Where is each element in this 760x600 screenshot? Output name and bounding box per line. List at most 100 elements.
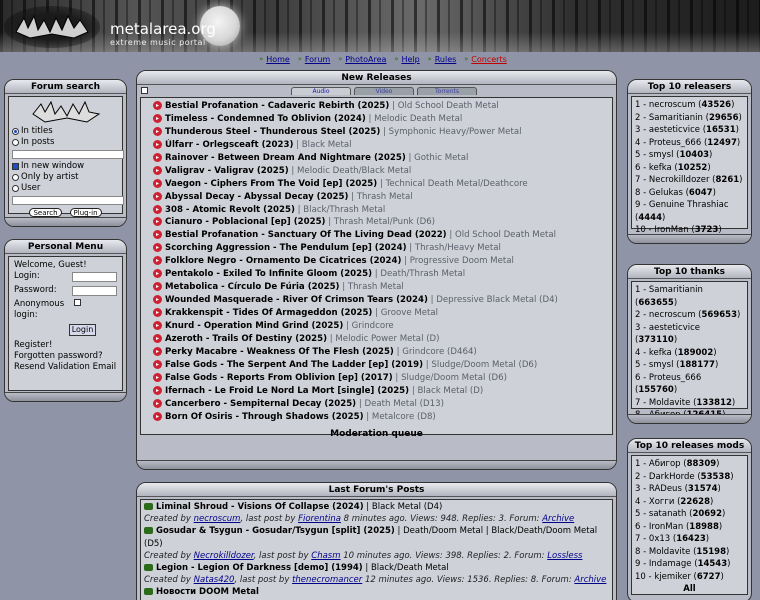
ranking-row[interactable]: 9 - Indamage (14543) — [635, 558, 744, 571]
select-checkbox[interactable] — [141, 87, 148, 94]
release-row[interactable]: ▸ Bestial Profanation - Cadaveric Rebirth… — [144, 100, 609, 113]
release-row[interactable]: ▸ Valigrav - Valigrav (2025) | Melodic De… — [144, 165, 609, 178]
rank-username[interactable]: kefka — [649, 348, 672, 358]
rank-username[interactable]: kjemiker — [654, 572, 691, 582]
search-text-field[interactable] — [12, 150, 124, 159]
rank-username[interactable]: necroscum — [649, 100, 696, 110]
release-title[interactable]: Valigrav - Valigrav (2025) — [165, 166, 289, 176]
release-title[interactable]: False Gods - Reports From Oblivion [ep] … — [165, 373, 393, 383]
site-logo[interactable] — [4, 6, 100, 48]
ranking-row[interactable]: 7 - 0x13 (16423) — [635, 533, 744, 546]
ranking-row[interactable]: 2 - necroscum (569653) — [635, 309, 744, 322]
release-title[interactable]: Úlfarr - Orlegsceaft (2023) — [165, 140, 293, 150]
rank-username[interactable]: Moldavite — [649, 547, 690, 557]
release-row[interactable]: ▸ Folklore Negro - Ornamento De Cicatrice… — [144, 255, 609, 268]
release-row[interactable]: ▸ Azeroth - Trails Of Destiny (2025) | Me… — [144, 333, 609, 346]
rank-username[interactable]: kefka — [649, 163, 672, 173]
release-row[interactable]: ▸ Born Of Osiris - Through Shadows (2025)… — [144, 411, 609, 424]
release-title[interactable]: Wounded Masquerade - River Of Crimson Te… — [165, 295, 428, 305]
ranking-row[interactable]: 10 - kjemiker (6727) — [635, 571, 744, 584]
search-option[interactable]: In new window — [12, 161, 119, 172]
release-row[interactable]: ▸ Úlfarr - Orlegsceaft (2023) | Black Met… — [144, 139, 609, 152]
release-title[interactable]: False Gods - The Serpent And The Ladder … — [165, 360, 423, 370]
rank-username[interactable]: DarkHorde — [649, 472, 695, 482]
release-row[interactable]: ▸ Timeless - Condemned To Oblivion (2024)… — [144, 113, 609, 126]
release-title[interactable]: Cancerbero - Sempiternal Decay (2025) — [165, 399, 356, 409]
release-row[interactable]: ▸ Bestial Profanation - Sanctuary Of The … — [144, 229, 609, 242]
release-row[interactable]: ▸ 308 - Atomic Revolt (2025) | Black/Thra… — [144, 204, 609, 217]
release-row[interactable]: ▸ Pentakolo - Exiled To Infinite Gloom (2… — [144, 268, 609, 281]
ranking-row[interactable]: 3 - aesteticvice (373110) — [635, 322, 744, 347]
ranking-row[interactable]: 7 - Necrokilldozer (8261) — [635, 174, 744, 187]
tab-audio[interactable]: Audio — [291, 87, 351, 95]
nav-link-home[interactable]: Home — [266, 55, 290, 64]
rank-username[interactable]: Moldavite — [649, 398, 690, 408]
forum-link[interactable]: Lossless — [547, 551, 582, 561]
release-row[interactable]: ▸ Krakkenspit - Tides Of Armageddon (2025… — [144, 307, 609, 320]
password-input[interactable] — [72, 285, 117, 296]
post-author-link[interactable]: Necrokilldozer — [194, 551, 254, 561]
ranking-row[interactable]: 7 - Moldavite (133812) — [635, 397, 744, 410]
release-title[interactable]: Scorching Aggression - The Pendulum [ep]… — [165, 243, 407, 253]
nav-link-rules[interactable]: Rules — [435, 55, 457, 64]
ranking-row[interactable]: 1 - Samaritianin (663655) — [635, 284, 744, 309]
release-row[interactable]: ▸ False Gods - Reports From Oblivion [ep]… — [144, 372, 609, 385]
search-option[interactable]: User — [12, 183, 119, 194]
release-title[interactable]: Krakkenspit - Tides Of Armageddon (2025) — [165, 308, 372, 318]
release-row[interactable]: ▸ Abyssal Decay - Abyssal Decay (2025) | … — [144, 191, 609, 204]
personal-menu-link[interactable]: Resend Validation Email — [14, 362, 117, 373]
rank-username[interactable]: aesteticvice — [649, 323, 700, 333]
search-option-checkbox[interactable] — [12, 163, 19, 170]
release-title[interactable]: Born Of Osiris - Through Shadows (2025) — [165, 412, 364, 422]
ranking-row[interactable]: 4 - Proteus_666 (12497) — [635, 137, 744, 150]
rank-username[interactable]: RADeus — [649, 484, 682, 494]
rank-username[interactable]: smysl — [649, 150, 674, 160]
rank-username[interactable]: satanath — [649, 509, 687, 519]
rank-username[interactable]: Gelukas — [649, 188, 683, 198]
release-title[interactable]: Pentakolo - Exiled To Infinite Gloom (20… — [165, 269, 372, 279]
tab-torrents[interactable]: Torrents — [417, 87, 477, 95]
post-title-text[interactable]: Legion - Legion Of Darkness [demo] (1994… — [156, 563, 363, 573]
last-poster-link[interactable]: thenecromancer — [292, 575, 362, 585]
release-title[interactable]: Knurd - Operation Mind Grind (2025) — [165, 321, 343, 331]
nav-link-help[interactable]: Help — [401, 55, 419, 64]
site-name[interactable]: metalarea.org — [110, 20, 216, 38]
release-title[interactable]: Abyssal Decay - Abyssal Decay (2025) — [165, 192, 348, 202]
personal-menu-link[interactable]: Forgotten password? — [14, 351, 117, 362]
release-title[interactable]: Vaegon - Ciphers From The Void [ep] (202… — [165, 179, 377, 189]
search-button[interactable]: Search — [29, 208, 62, 217]
rank-username[interactable]: Proteus_666 — [649, 373, 701, 383]
last-poster-link[interactable]: Fiorentina — [298, 514, 341, 524]
ranking-row[interactable]: 8 - Gelukas (6047) — [635, 187, 744, 200]
release-row[interactable]: ▸ Cancerbero - Sempiternal Decay (2025) |… — [144, 398, 609, 411]
release-title[interactable]: Timeless - Condemned To Oblivion (2024) — [165, 114, 366, 124]
rank-username[interactable]: IronMan — [649, 522, 683, 532]
ranking-row[interactable]: 4 - kefka (189002) — [635, 347, 744, 360]
release-row[interactable]: ▸ Cianuro - Poblacional [ep] (2025) | Thr… — [144, 216, 609, 229]
rank-username[interactable]: smysl — [649, 360, 674, 370]
release-title[interactable]: Bestial Profanation - Sanctuary Of The L… — [165, 230, 447, 240]
release-title[interactable]: Metabolica - Círculo De Fúria (2025) — [165, 282, 340, 292]
ranking-row[interactable]: 3 - aesteticvice (16531) — [635, 124, 744, 137]
release-title[interactable]: Folklore Negro - Ornamento De Cicatrices… — [165, 256, 401, 266]
release-row[interactable]: ▸ Thunderous Steel - Thunderous Steel (20… — [144, 126, 609, 139]
ranking-row[interactable]: 9 - Genuine Thrashiac (4444) — [635, 199, 744, 224]
post-title-text[interactable]: Liminal Shroud - Visions Of Collapse (20… — [156, 502, 364, 512]
release-title[interactable]: Bestial Profanation - Cadaveric Rebirth … — [165, 101, 389, 111]
release-row[interactable]: ▸ Scorching Aggression - The Pendulum [ep… — [144, 242, 609, 255]
post-title-text[interactable]: Gosudar & Tsygun - Gosudar/Tsygun [split… — [156, 526, 395, 536]
last-poster-link[interactable]: Chasm — [311, 551, 340, 561]
forum-post-title[interactable]: Новости DOOM Metal — [144, 586, 609, 598]
nav-link-photoarea[interactable]: PhotoArea — [345, 55, 386, 64]
ranking-row[interactable]: 1 - necroscum (43526) — [635, 99, 744, 112]
rank-username[interactable]: Абигор — [649, 459, 681, 469]
post-author-link[interactable]: Natas420 — [194, 575, 235, 585]
release-title[interactable]: Rainover - Between Dream And Nightmare (… — [165, 153, 406, 163]
search-option-radio[interactable] — [12, 174, 19, 181]
release-row[interactable]: ▸ Ifernach - Le Froid Le Nord La Mort [si… — [144, 385, 609, 398]
search-option-radio[interactable] — [12, 128, 19, 135]
all-mods-link[interactable]: All — [635, 583, 744, 596]
release-title[interactable]: Perky Macabre - Weakness Of The Flesh (2… — [165, 347, 394, 357]
release-title[interactable]: Thunderous Steel - Thunderous Steel (202… — [165, 127, 380, 137]
release-title[interactable]: Ifernach - Le Froid Le Nord La Mort [sin… — [165, 386, 409, 396]
